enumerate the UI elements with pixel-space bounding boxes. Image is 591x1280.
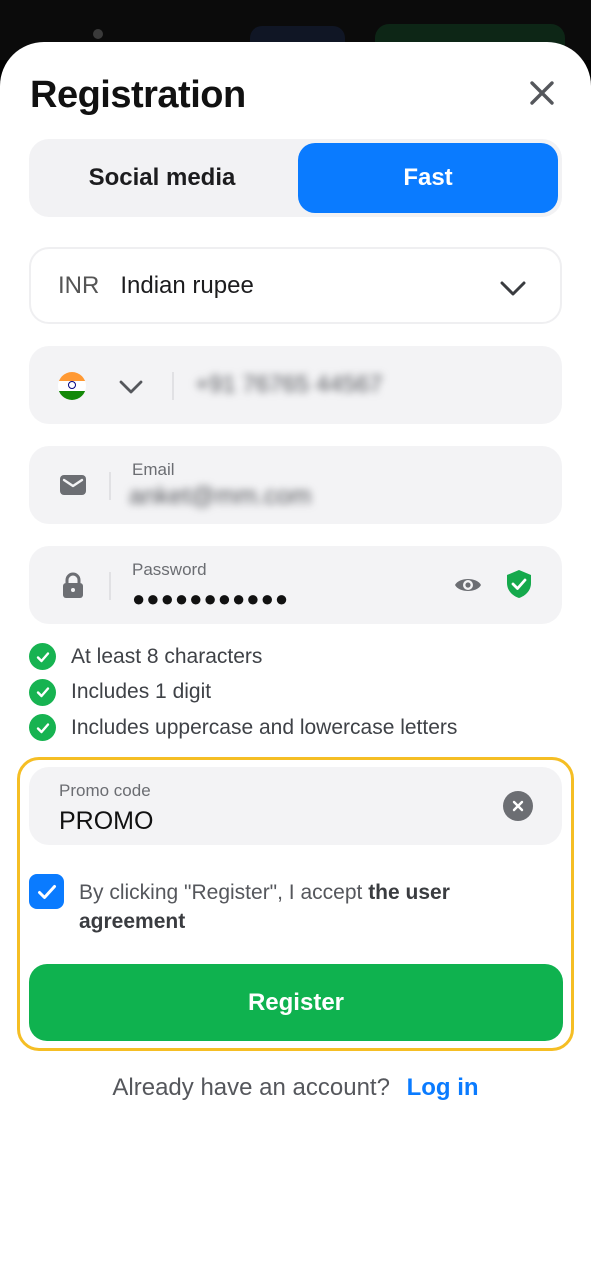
field-divider <box>109 472 111 500</box>
login-prompt: Already have an account? Log in <box>0 1074 591 1102</box>
tab-fast[interactable]: Fast <box>298 143 558 213</box>
page-title: Registration <box>30 74 246 116</box>
rule-text: Includes 1 digit <box>71 680 212 704</box>
shield-check-icon <box>507 570 531 598</box>
tab-social-media[interactable]: Social media <box>33 143 291 213</box>
phone-field[interactable]: +91 76765 44567 <box>29 346 562 424</box>
header-dot <box>93 29 103 39</box>
password-rule: Includes uppercase and lowercase letters <box>29 710 457 746</box>
password-label: Password <box>132 560 207 579</box>
close-icon[interactable] <box>524 75 560 111</box>
email-input[interactable]: anket@mm.com <box>129 482 311 511</box>
password-field[interactable]: Password ●●●●●●●●●●● <box>29 546 562 624</box>
check-circle-icon <box>29 643 56 671</box>
agreement-checkbox[interactable] <box>29 874 64 909</box>
field-divider <box>109 572 111 600</box>
field-divider <box>172 372 174 400</box>
currency-code: INR <box>58 271 100 299</box>
phone-input[interactable]: +91 76765 44567 <box>195 371 383 399</box>
rule-text: Includes uppercase and lowercase letters <box>71 715 458 739</box>
eye-icon[interactable] <box>453 570 483 600</box>
login-link[interactable]: Log in <box>407 1074 479 1101</box>
promo-code-input[interactable]: PROMO <box>59 807 153 836</box>
currency-select[interactable]: INR Indian rupee <box>29 247 562 324</box>
email-field[interactable]: Email anket@mm.com <box>29 446 562 524</box>
register-button[interactable]: Register <box>29 964 563 1041</box>
registration-type-tabs: Social media Fast <box>29 139 562 217</box>
checkbox-check-icon <box>37 884 56 899</box>
rule-text: At least 8 characters <box>71 644 263 668</box>
email-label: Email <box>132 460 175 479</box>
password-rule: Includes 1 digit <box>29 675 457 711</box>
password-rule: At least 8 characters <box>29 639 457 675</box>
clear-icon[interactable] <box>503 791 533 821</box>
password-input[interactable]: ●●●●●●●●●●● <box>132 586 289 612</box>
check-circle-icon <box>29 678 56 706</box>
chevron-down-icon[interactable] <box>117 372 145 400</box>
agreement-text: By clicking "Register", I accept the use… <box>79 878 509 936</box>
promo-code-field[interactable]: Promo code PROMO <box>29 767 562 845</box>
chevron-down-icon <box>500 281 526 296</box>
promo-code-label: Promo code <box>59 781 151 800</box>
lock-icon <box>63 572 83 598</box>
registration-sheet: Registration Social media Fast INR India… <box>0 42 591 1280</box>
currency-name: Indian rupee <box>120 271 254 299</box>
agreement-prefix: By clicking "Register", I accept <box>79 881 369 904</box>
check-circle-icon <box>29 714 56 742</box>
envelope-icon <box>60 475 86 495</box>
password-rules: At least 8 characters Includes 1 digit I… <box>29 639 457 746</box>
india-flag-icon <box>58 372 86 400</box>
login-question: Already have an account? <box>112 1074 390 1101</box>
